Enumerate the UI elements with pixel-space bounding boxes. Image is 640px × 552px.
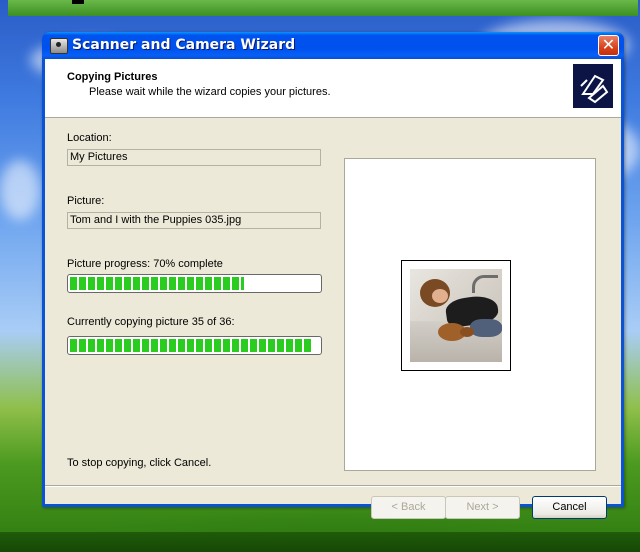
- picture-progress-fill: [70, 277, 245, 290]
- taskbar-strip: [8, 0, 638, 16]
- location-field: My Pictures: [67, 149, 321, 166]
- location-label: Location:: [67, 132, 112, 144]
- scanner-camera-wizard-icon: [573, 64, 613, 108]
- close-button[interactable]: ✕: [598, 35, 619, 56]
- next-button[interactable]: Next >: [445, 496, 520, 519]
- overall-progress-fill: [70, 339, 313, 352]
- picture-thumbnail: [410, 269, 502, 362]
- camera-icon: [50, 38, 68, 54]
- strip-mark: [72, 0, 84, 4]
- window-title: Scanner and Camera Wizard: [72, 37, 296, 53]
- picture-preview-pane: [344, 158, 596, 471]
- wizard-window: Scanner and Camera Wizard ✕ Copying Pict…: [42, 32, 624, 519]
- thumbnail-frame: [401, 260, 511, 371]
- page-subtitle: Please wait while the wizard copies your…: [89, 86, 331, 98]
- picture-label: Picture:: [67, 195, 105, 207]
- title-bar[interactable]: Scanner and Camera Wizard ✕: [42, 32, 624, 59]
- overall-progress-bar: [67, 336, 322, 355]
- wizard-client-area: Copying Pictures Please wait while the w…: [45, 59, 621, 519]
- desktop-ground: [0, 532, 640, 552]
- back-button[interactable]: < Back: [371, 496, 446, 519]
- overall-progress-label: Currently copying picture 35 of 36:: [67, 316, 235, 328]
- stop-hint: To stop copying, click Cancel.: [67, 457, 212, 469]
- picture-field: Tom and I with the Puppies 035.jpg: [67, 212, 321, 229]
- button-separator: [45, 485, 621, 487]
- cancel-button[interactable]: Cancel: [532, 496, 607, 519]
- page-title: Copying Pictures: [67, 71, 158, 83]
- picture-progress-label: Picture progress: 70% complete: [67, 258, 223, 270]
- cloud: [0, 160, 40, 220]
- picture-progress-bar: [67, 274, 322, 293]
- wizard-header: Copying Pictures Please wait while the w…: [45, 59, 621, 118]
